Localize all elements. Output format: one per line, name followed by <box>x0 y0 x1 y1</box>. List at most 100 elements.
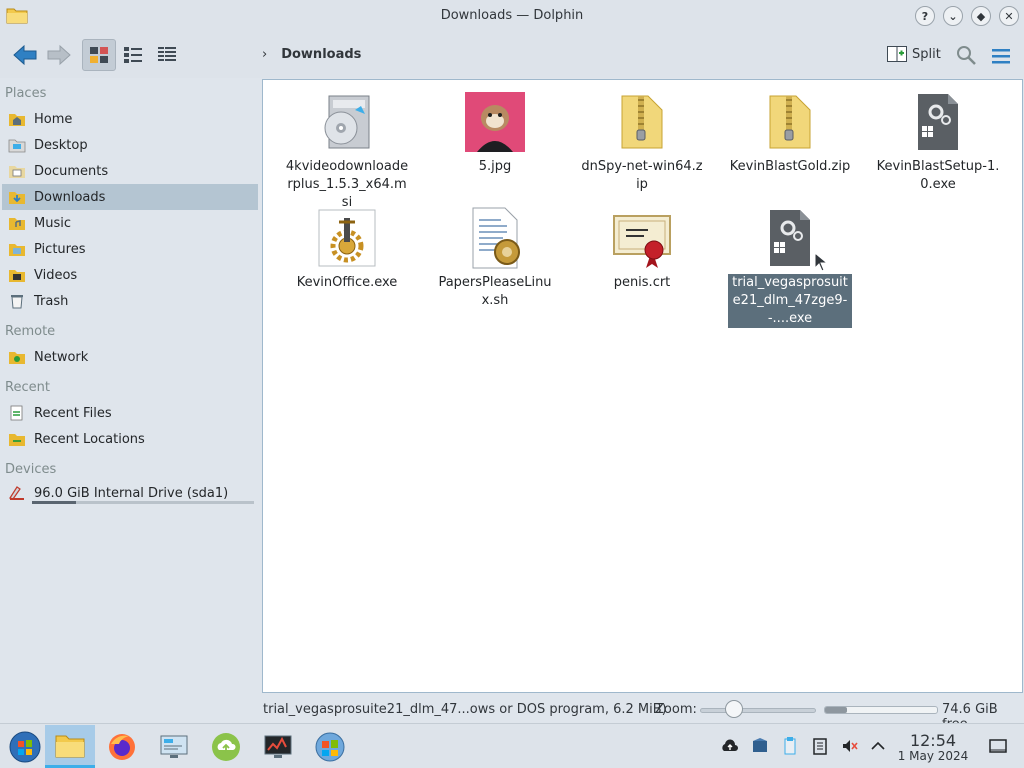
cloud-upload-tray-icon[interactable] <box>720 736 740 756</box>
breadcrumb-current[interactable]: Downloads <box>281 47 361 62</box>
free-space-bar <box>824 706 938 714</box>
split-button[interactable]: Split <box>886 44 941 64</box>
icons-view-button[interactable] <box>82 39 116 71</box>
image-thumbnail-icon <box>465 92 525 152</box>
recent-heading: Recent <box>5 380 50 395</box>
breadcrumb-chevron[interactable]: › <box>262 47 267 62</box>
sidebar-item-videos[interactable]: Videos <box>2 262 258 288</box>
sidebar-item-music[interactable]: Music <box>2 210 258 236</box>
videos-folder-icon <box>9 270 25 282</box>
places-heading: Places <box>5 86 47 101</box>
zoom-label: Zoom: <box>655 702 697 717</box>
sidebar-item-recent-files[interactable]: Recent Files <box>2 400 258 426</box>
recent-locations-icon <box>9 434 25 446</box>
taskbar-firefox[interactable] <box>97 725 147 768</box>
cloud-upload-icon <box>212 732 240 761</box>
forward-button[interactable] <box>42 39 76 71</box>
file-item[interactable]: 5.jpg <box>433 90 557 176</box>
windows-orb-icon <box>9 731 41 762</box>
clock-date[interactable]: 1 May 2024 <box>893 749 973 763</box>
package-updates-tray-icon[interactable] <box>750 736 770 756</box>
split-view-icon <box>887 46 907 62</box>
file-name: PapersPleaseLinux.sh <box>438 275 552 308</box>
drive-usage-bar <box>32 501 254 504</box>
taskbar-file-manager[interactable] <box>45 725 95 768</box>
file-item[interactable]: PapersPleaseLinux.sh <box>433 206 557 310</box>
sidebar-item-trash[interactable]: Trash <box>2 288 258 314</box>
places-panel: Places Home Desktop Documents Downloads … <box>0 80 262 695</box>
sidebar-item-label: Pictures <box>34 241 86 257</box>
taskbar: 12:54 1 May 2024 <box>0 723 1024 768</box>
file-name: KevinBlastGold.zip <box>729 159 851 174</box>
settings-monitor-icon <box>160 735 188 758</box>
start-menu-button[interactable] <box>0 725 50 768</box>
exe-gear-icon <box>918 94 958 150</box>
sidebar-item-recent-locations[interactable]: Recent Locations <box>2 426 258 452</box>
windows-logo-icon <box>315 732 345 761</box>
show-desktop-icon[interactable] <box>988 736 1008 756</box>
back-button[interactable] <box>8 39 42 71</box>
clock-time[interactable]: 12:54 <box>906 731 960 750</box>
certificate-icon <box>613 215 671 268</box>
file-item[interactable]: KevinBlastGold.zip <box>728 90 852 176</box>
zip-folder-icon <box>621 95 663 149</box>
exe-gear-icon <box>770 210 810 266</box>
system-monitor-icon <box>264 735 292 758</box>
status-bar: trial_vegasprosuite21_dlm_47...ows or DO… <box>0 695 1024 732</box>
file-name: penis.crt <box>613 275 671 290</box>
sidebar-item-pictures[interactable]: Pictures <box>2 236 258 262</box>
volume-muted-icon[interactable] <box>840 736 860 756</box>
file-view[interactable]: 4kvideodownloaderplus_1.5.3_x64.msi 5.jp… <box>262 79 1023 693</box>
free-space-fill <box>825 707 848 713</box>
file-item[interactable]: dnSpy-net-win64.zip <box>580 90 704 194</box>
maximize-button[interactable]: ◆ <box>971 6 991 26</box>
notes-tray-icon[interactable] <box>810 736 830 756</box>
taskbar-system-monitor[interactable] <box>253 725 303 768</box>
search-icon[interactable] <box>955 44 977 66</box>
file-item[interactable]: 4kvideodownloaderplus_1.5.3_x64.msi <box>285 90 409 212</box>
details-view-button[interactable] <box>150 39 184 71</box>
chevron-up-icon[interactable] <box>868 736 888 756</box>
file-name: dnSpy-net-win64.zip <box>581 159 703 192</box>
file-item[interactable]: penis.crt <box>580 206 704 292</box>
main-toolbar: › Downloads Split <box>0 32 1024 78</box>
zip-folder-icon <box>769 95 811 149</box>
taskbar-system-settings[interactable] <box>149 725 199 768</box>
zoom-slider-handle[interactable] <box>724 700 743 718</box>
sidebar-item-label: Downloads <box>34 189 106 205</box>
sidebar-item-network[interactable]: Network <box>2 344 258 370</box>
compact-view-button[interactable] <box>116 39 150 71</box>
close-button[interactable]: ✕ <box>999 6 1019 26</box>
home-folder-icon <box>9 114 25 126</box>
file-item-selected[interactable]: trial_vegasprosuite21_dlm_47zge9--....ex… <box>728 206 852 328</box>
downloads-folder-icon <box>9 192 25 204</box>
clipboard-tray-icon[interactable] <box>780 736 800 756</box>
help-button[interactable]: ? <box>915 6 935 26</box>
pictures-folder-icon <box>9 244 25 256</box>
folder-icon <box>55 735 85 758</box>
sidebar-item-label: Recent Files <box>34 405 112 421</box>
sidebar-item-label: Recent Locations <box>34 431 145 447</box>
sidebar-item-documents[interactable]: Documents <box>2 158 258 184</box>
exe-program-icon <box>318 209 376 267</box>
desktop-folder-icon <box>8 139 26 153</box>
drive-usage-fill <box>32 501 77 504</box>
network-icon <box>9 352 25 364</box>
file-name: trial_vegasprosuite21_dlm_47zge9--....ex… <box>728 274 852 328</box>
title-bar: Downloads — Dolphin ? ⌄ ◆ ✕ <box>0 0 1024 32</box>
arrow-left-icon <box>13 44 37 66</box>
sidebar-item-label: 96.0 GiB Internal Drive (sda1) <box>34 485 229 501</box>
zoom-slider-track[interactable] <box>700 708 816 713</box>
sidebar-item-desktop[interactable]: Desktop <box>2 132 258 158</box>
taskbar-cloud-sync[interactable] <box>201 725 251 768</box>
hamburger-menu-icon[interactable] <box>990 46 1012 66</box>
file-item[interactable]: KevinOffice.exe <box>285 206 409 292</box>
taskbar-windows-app[interactable] <box>305 725 355 768</box>
sidebar-item-home[interactable]: Home <box>2 106 258 132</box>
sidebar-item-downloads[interactable]: Downloads <box>2 184 258 210</box>
window-title: Downloads — Dolphin <box>440 8 584 23</box>
minimize-button[interactable]: ⌄ <box>943 6 963 26</box>
details-view-icon <box>158 47 176 62</box>
shell-script-icon <box>472 207 520 269</box>
file-item[interactable]: KevinBlastSetup-1.0.exe <box>876 90 1000 194</box>
